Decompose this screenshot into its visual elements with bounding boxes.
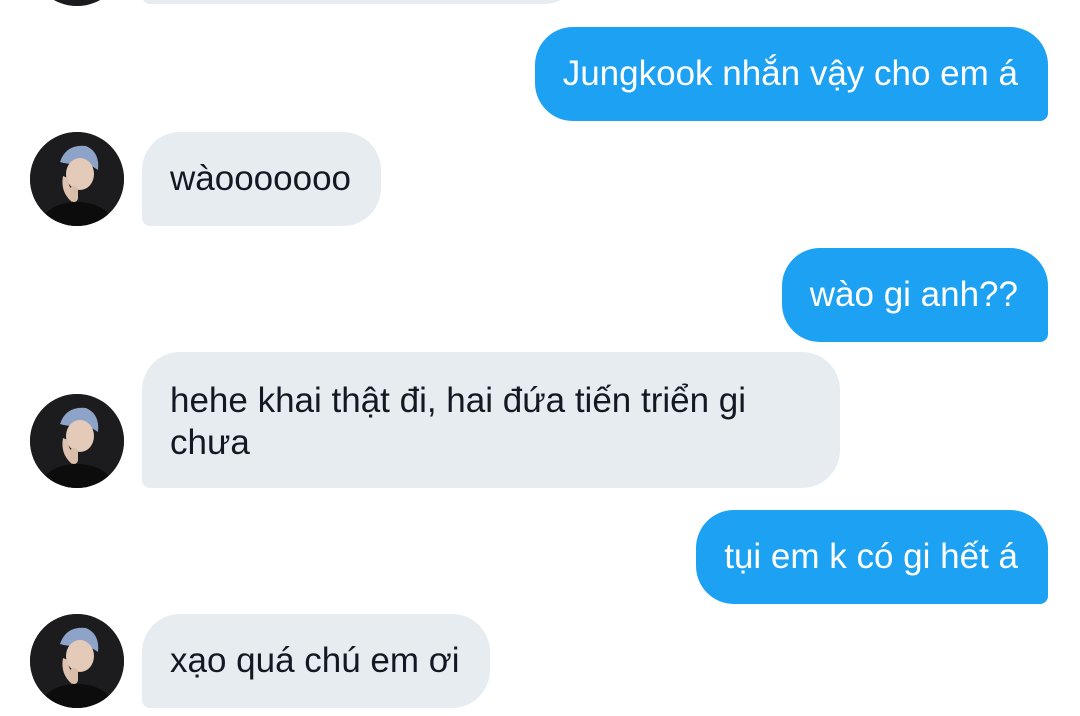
- message-thread: Jungkook nhắn vậy cho em á wàooooooo wào…: [0, 0, 1080, 716]
- message-bubble-outgoing[interactable]: wào gi anh??: [781, 248, 1048, 342]
- message-bubble-incoming[interactable]: [142, 0, 582, 4]
- message-bubble-incoming[interactable]: hehe khai thật đi, hai đứa tiến triển gi…: [142, 352, 840, 488]
- message-bubble-outgoing[interactable]: Jungkook nhắn vậy cho em á: [534, 27, 1048, 121]
- avatar-icon: [30, 614, 124, 708]
- contact-avatar[interactable]: [30, 132, 124, 226]
- message-bubble-incoming[interactable]: wàooooooo: [142, 132, 381, 226]
- message-bubble-incoming[interactable]: xạo quá chú em ơi: [142, 614, 490, 708]
- avatar-icon: [30, 394, 124, 488]
- contact-avatar[interactable]: [30, 394, 124, 488]
- message-bubble-outgoing[interactable]: tụi em k có gi hết á: [696, 510, 1048, 604]
- contact-avatar[interactable]: [30, 0, 124, 6]
- avatar-icon: [30, 132, 124, 226]
- contact-avatar[interactable]: [30, 614, 124, 708]
- avatar-icon: [30, 0, 124, 6]
